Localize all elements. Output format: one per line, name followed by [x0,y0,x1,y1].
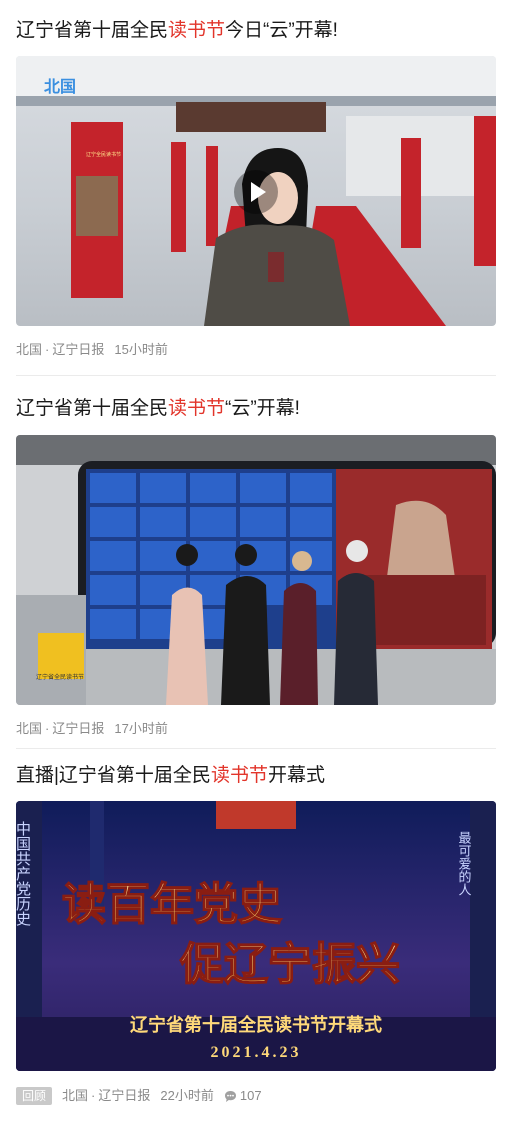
comment-count-value: 107 [239,1088,262,1103]
article-meta: 回顾 北国 · 辽宁日报 22小时前 107 [16,1087,262,1105]
video-thumbnail[interactable]: 北国 辽宁全民读书节 [16,56,496,326]
comment-icon [224,1090,236,1102]
sign-text: 辽宁省全民读书节 [36,673,84,681]
publisher-name[interactable]: 辽宁日报 [52,720,104,738]
title-text: 辽宁省第十届全民 [16,20,169,41]
poster-subtitle: 辽宁省第十届全民读书节开幕式 [130,1014,382,1035]
publish-time: 17小时前 [114,721,168,736]
title-text: “云”开幕! [225,398,300,419]
comment-count[interactable]: 107 [224,1087,262,1105]
source-name[interactable]: 北国 [16,720,42,738]
title-text: 辽宁省第十届全民 [16,398,169,419]
title-text: 开幕式 [267,765,325,786]
watermark-logo: 北国 [44,78,76,96]
article-card-3[interactable]: 直播|辽宁省第十届全民读书节开幕式 中国共产党历史 最可爱的人 读百年党史 促辽… [0,749,512,1121]
news-feed: 辽宁省第十届全民读书节今日“云”开幕! 北国 辽宁全民读书节 北国 · 辽宁日报… [0,0,512,1121]
play-button[interactable] [234,170,278,214]
title-text: 直播|辽宁省第十届全民 [16,765,211,786]
article-title[interactable]: 辽宁省第十届全民读书节今日“云”开幕! [16,18,496,44]
publisher-name[interactable]: 辽宁日报 [52,341,104,359]
source-name[interactable]: 北国 [62,1087,88,1105]
poster-side-text: 中国共产党历史 [16,821,31,927]
article-card-1[interactable]: 辽宁省第十届全民读书节今日“云”开幕! 北国 辽宁全民读书节 北国 · 辽宁日报… [0,0,512,375]
publish-time: 15小时前 [114,342,168,357]
title-text: 今日“云”开幕! [225,20,338,41]
article-meta: 北国 · 辽宁日报 17小时前 [16,720,168,738]
article-title[interactable]: 辽宁省第十届全民读书节“云”开幕! [16,396,496,422]
poster-headline-1: 读百年党史 [62,880,282,929]
poster-date: 2021.4.23 [211,1044,302,1061]
dot-separator: · [45,342,50,357]
poster-image: 中国共产党历史 最可爱的人 读百年党史 促辽宁振兴 辽宁省第十届全民读书节开幕式… [16,801,496,1071]
dot-separator: · [45,721,50,736]
source-name[interactable]: 北国 [16,341,42,359]
article-image[interactable]: 辽宁省全民读书节 [16,435,496,705]
publisher-name[interactable]: 辽宁日报 [98,1087,150,1105]
replay-badge: 回顾 [16,1087,53,1105]
title-highlight: 读书节 [210,765,268,786]
thumbnail-image: 辽宁省全民读书节 [16,435,496,705]
dot-separator: · [91,1088,96,1103]
poster-side-text: 最可爱的人 [457,831,472,896]
title-highlight: 读书节 [168,20,226,41]
article-meta: 北国 · 辽宁日报 15小时前 [16,341,168,359]
article-card-2[interactable]: 辽宁省第十届全民读书节“云”开幕! 辽宁省全民读书节 北国 · 辽宁日报 17小… [0,376,512,748]
sign-text: 辽宁全民读书节 [86,151,121,158]
poster-headline-2: 促辽宁振兴 [179,940,400,989]
publish-time: 22小时前 [160,1088,214,1103]
title-highlight: 读书节 [168,398,226,419]
live-poster[interactable]: 中国共产党历史 最可爱的人 读百年党史 促辽宁振兴 辽宁省第十届全民读书节开幕式… [16,801,496,1071]
article-title[interactable]: 直播|辽宁省第十届全民读书节开幕式 [16,763,496,789]
